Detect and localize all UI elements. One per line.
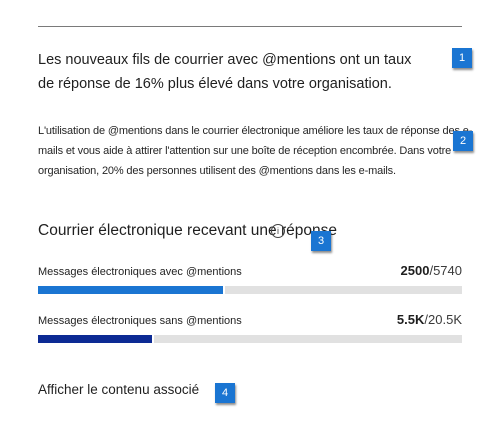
callout-marker-3: 3 (311, 231, 331, 251)
insight-description: L'utilisation de @mentions dans le courr… (38, 125, 473, 177)
metric-count: 2500 (400, 263, 430, 278)
top-divider (38, 26, 462, 27)
metric-label: Messages électroniques sans @mentions (38, 315, 242, 327)
progress-gap (223, 286, 225, 294)
progress-fill (38, 335, 152, 343)
metric-total: 5740 (433, 263, 462, 278)
metric-label: Messages électroniques avec @mentions (38, 266, 242, 278)
metric-count: 5.5K (396, 312, 425, 327)
metric-total: 20.5K (428, 312, 462, 327)
callout-marker-2: 2 (453, 131, 473, 151)
callout-marker-1: 1 (452, 48, 472, 68)
section-title: Courrier électronique recevant une répon… (38, 222, 337, 240)
progress-fill (38, 286, 223, 294)
section-title-text: Courrier électronique recevant une répon… (38, 222, 337, 239)
insight-headline: Les nouveaux fils de courrier avec @ment… (38, 52, 412, 92)
callout-marker-4: 4 (215, 383, 235, 403)
progress-gap (152, 335, 154, 343)
view-related-content-link[interactable]: Afficher le contenu associé (38, 382, 199, 397)
metric-value: 2500/5740 (401, 263, 462, 278)
metric-value: 5.5K/20.5K (397, 312, 462, 327)
progress-track (38, 335, 462, 343)
info-icon[interactable]: i (271, 224, 285, 238)
progress-track (38, 286, 462, 294)
